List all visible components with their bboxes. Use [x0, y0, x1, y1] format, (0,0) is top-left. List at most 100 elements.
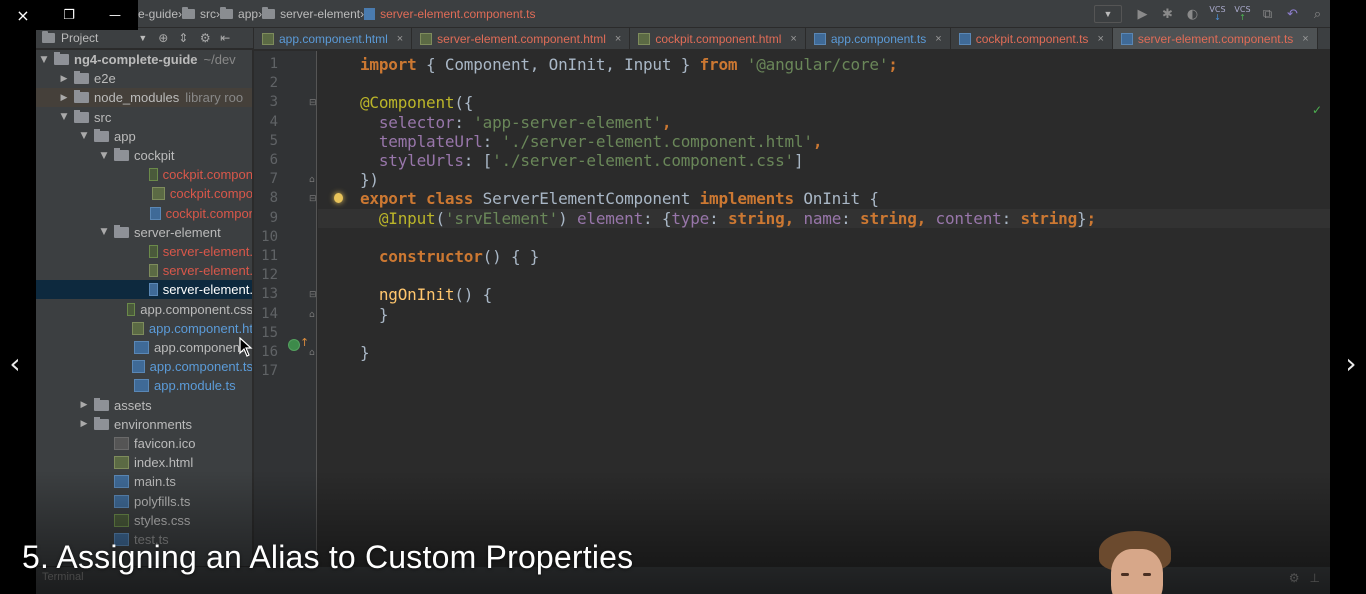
tree-item[interactable]: ▶ node_modules library roo — [36, 88, 252, 108]
code-token: ServerElementComponent — [473, 189, 700, 209]
tree-item[interactable]: app.component. — [36, 338, 252, 357]
html-file-icon — [420, 32, 433, 45]
code-token: { Component, OnInit, Input } — [416, 55, 700, 74]
expand-down-icon[interactable]: ▼ — [98, 227, 110, 237]
revert-icon[interactable]: ↶ — [1280, 0, 1305, 28]
tree-item-label: app.component.ht — [148, 320, 253, 336]
tree-item-label: polyfills.ts — [134, 493, 191, 509]
tree-item[interactable]: server-element. — [36, 242, 252, 261]
tab-label: server-element.component.ts — [1137, 31, 1294, 46]
hide-panel-icon[interactable]: ⇤ — [217, 31, 233, 45]
expand-down-icon[interactable]: ▼ — [38, 55, 50, 65]
previous-video-button[interactable]: ‹ — [3, 347, 27, 381]
restore-icon[interactable]: ❐ — [46, 0, 92, 30]
intention-bulb-icon[interactable] — [334, 193, 343, 203]
project-view-selector[interactable]: Project ▼ — [42, 31, 147, 45]
run-icon[interactable]: ▶ — [1130, 0, 1155, 28]
tree-item-suffix: ~/dev — [203, 52, 236, 67]
expand-down-icon[interactable]: ▼ — [78, 131, 90, 141]
expand-right-icon[interactable]: ▶ — [78, 400, 90, 410]
close-tab-icon[interactable]: × — [790, 33, 796, 45]
scroll-from-source-icon[interactable]: ⊕ — [155, 31, 171, 45]
breadcrumb-item[interactable]: server-element — [262, 7, 360, 21]
instructor-webcam — [1095, 525, 1177, 594]
close-tab-icon[interactable]: × — [935, 33, 941, 45]
breadcrumb-item[interactable]: app — [220, 7, 258, 21]
vcs-update-icon[interactable]: VCS ↓ — [1205, 0, 1230, 28]
tree-item[interactable]: ▶ environments — [36, 415, 252, 434]
tree-item[interactable]: server-element. — [36, 280, 253, 300]
minimize-icon[interactable]: — — [92, 0, 138, 30]
tree-item[interactable]: app.module.ts — [36, 376, 252, 395]
expand-right-icon[interactable]: ▶ — [78, 419, 90, 429]
tree-item[interactable]: app.component.ht — [36, 319, 253, 338]
expand-down-icon[interactable]: ▼ — [58, 112, 70, 122]
editor-tab[interactable]: cockpit.component.html × — [630, 28, 806, 49]
tree-item[interactable]: server-element. — [36, 261, 252, 280]
search-icon[interactable]: ⌕ — [1305, 0, 1330, 28]
code-token: string — [1020, 208, 1078, 228]
breadcrumb-item[interactable]: src — [182, 7, 216, 21]
tree-item[interactable]: ▼ src — [36, 108, 252, 127]
coverage-icon[interactable]: ◐ — [1180, 0, 1205, 28]
line-number: 14 — [261, 305, 278, 322]
ts-icon — [134, 341, 149, 354]
debug-icon[interactable]: ✱ — [1155, 0, 1180, 28]
tree-item-label: app.module.ts — [154, 378, 236, 394]
editor-tab[interactable]: app.component.html × — [254, 28, 413, 49]
expand-down-icon[interactable]: ▼ — [98, 151, 110, 161]
tree-item[interactable]: app.component.ts — [36, 357, 253, 376]
gear-icon[interactable]: ⚙ — [197, 31, 213, 45]
breadcrumb-item[interactable]: server-element.component.ts — [364, 7, 536, 21]
editor-tab[interactable]: server-element.component.html × — [412, 28, 631, 49]
tree-item[interactable]: main.ts — [36, 472, 252, 491]
tree-item[interactable]: ▼ server-element — [36, 223, 252, 242]
code-editor[interactable]: ✓ import { Component, OnInit, Input } fr… — [318, 51, 1330, 594]
close-icon[interactable]: × — [0, 0, 46, 30]
editor-tab[interactable]: cockpit.component.ts × — [951, 28, 1113, 49]
compare-icon[interactable]: ⧉ — [1255, 0, 1280, 28]
close-tab-icon[interactable]: × — [397, 33, 403, 45]
tree-item[interactable]: cockpit.compor — [36, 204, 252, 223]
html-file-icon — [262, 32, 274, 45]
tree-item[interactable]: cockpit.compon — [36, 165, 252, 184]
vcs-commit-icon[interactable]: VCS ↑ — [1230, 0, 1255, 28]
tree-item[interactable]: app.component.css — [36, 300, 252, 319]
close-tab-icon[interactable]: × — [1097, 33, 1103, 45]
tree-item-label: app.component.ts — [149, 359, 253, 375]
next-video-button[interactable]: › — [1339, 347, 1363, 381]
close-tab-icon[interactable]: × — [1302, 33, 1308, 45]
tree-item[interactable]: ▼ app — [36, 127, 252, 146]
expand-right-icon[interactable]: ▶ — [58, 74, 70, 84]
css-icon — [127, 302, 136, 316]
tree-item[interactable]: cockpit.compo — [36, 184, 252, 203]
tree-item[interactable]: ▶ e2e — [36, 69, 252, 88]
folder-icon — [54, 52, 69, 65]
close-tab-icon[interactable]: × — [615, 33, 621, 45]
gear-icon[interactable]: ⚙ — [1289, 571, 1300, 585]
code-token: : { — [643, 208, 672, 228]
collapse-all-icon[interactable]: ⇕ — [175, 31, 191, 45]
folder-icon — [94, 128, 109, 142]
code-token: ngOnInit — [378, 285, 455, 305]
tree-item[interactable]: index.html — [36, 453, 252, 472]
tree-item[interactable]: ▶ assets — [36, 396, 252, 415]
editor-tab[interactable]: server-element.component.ts × — [1112, 28, 1318, 49]
tree-item[interactable]: favicon.ico — [36, 434, 252, 453]
expand-right-icon[interactable]: ▶ — [58, 93, 70, 103]
implements-marker-icon[interactable] — [288, 339, 300, 351]
run-config-dropdown[interactable]: ▼ — [1094, 5, 1122, 23]
editor-tab[interactable]: app.component.ts × — [806, 28, 951, 49]
tree-item[interactable]: ▼ cockpit — [36, 146, 252, 165]
folder-icon — [262, 7, 276, 19]
minimize-panel-icon[interactable]: ⊥ — [1310, 571, 1320, 585]
tree-item-label: server-element. — [162, 282, 253, 298]
breadcrumb-item[interactable]: e-guide — [138, 7, 178, 21]
tree-item[interactable]: styles.css — [36, 511, 252, 530]
html-icon — [114, 456, 129, 470]
tree-item[interactable]: ▼ ng4-complete-guide ~/dev — [36, 50, 252, 69]
tree-item[interactable]: polyfills.ts — [36, 492, 252, 511]
